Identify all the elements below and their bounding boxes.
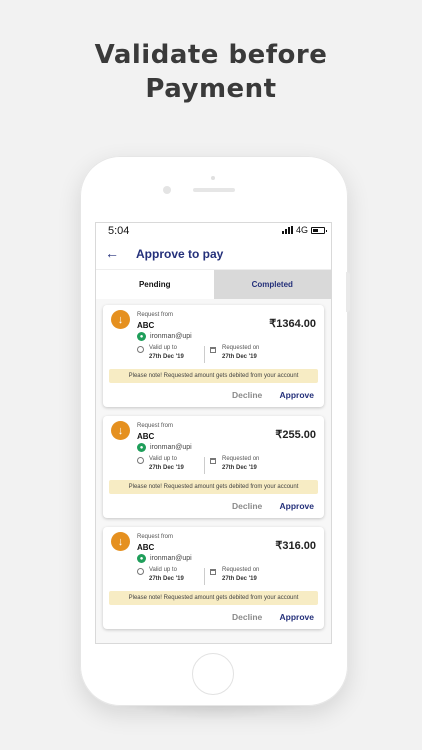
upi-id: ironman@upi: [150, 333, 192, 340]
tab-completed[interactable]: Completed: [213, 270, 331, 299]
decline-button[interactable]: Decline: [232, 612, 262, 622]
status-time: 5:04: [108, 225, 130, 237]
request-amount: ₹1364.00: [269, 318, 316, 330]
request-from-label: Request from: [137, 312, 174, 318]
status-bar: 5:04 4G: [96, 223, 331, 240]
arrow-down-icon: ↓: [111, 421, 130, 440]
valid-up-to-date: 27th Dec '19: [149, 465, 184, 471]
clock-icon: [137, 568, 144, 575]
approve-button[interactable]: Approve: [280, 501, 314, 511]
request-list: ↓ Request from ABC ● ironman@upi ₹1364.0…: [96, 299, 331, 643]
arrow-left-icon[interactable]: ←: [105, 245, 119, 261]
divider: [204, 346, 205, 363]
request-amount: ₹255.00: [275, 429, 316, 441]
valid-up-to-label: Valid up to: [149, 345, 177, 351]
request-card: ↓ Request from ABC ● ironman@upi ₹1364.0…: [103, 305, 324, 407]
request-amount: ₹316.00: [275, 540, 316, 552]
phone-speaker: [193, 188, 235, 192]
app-bar: ← Approve to pay: [96, 240, 331, 270]
headline-line-1: Validate before: [94, 40, 328, 70]
divider: [204, 457, 205, 474]
decline-button[interactable]: Decline: [232, 501, 262, 511]
tab-bar: Pending Completed: [96, 270, 331, 299]
page-headline: Validate before Payment: [0, 38, 422, 106]
user-icon: ●: [137, 554, 146, 563]
requested-on-date: 27th Dec '19: [222, 354, 257, 360]
user-icon: ●: [137, 332, 146, 341]
requested-on-date: 27th Dec '19: [222, 576, 257, 582]
arrow-down-icon: ↓: [111, 532, 130, 551]
request-from-label: Request from: [137, 423, 174, 429]
headline-line-2: Payment: [145, 74, 277, 104]
phone-home-button[interactable]: [192, 653, 234, 695]
requester-name: ABC: [137, 543, 155, 552]
request-card: ↓ Request from ABC ● ironman@upi ₹316.00…: [103, 527, 324, 629]
network-type: 4G: [295, 225, 308, 235]
requested-on-label: Requested on: [222, 567, 260, 573]
arrow-down-icon: ↓: [111, 310, 130, 329]
page-title: Approve to pay: [136, 247, 224, 261]
debit-note: Please note! Requested amount gets debit…: [109, 369, 318, 383]
debit-note: Please note! Requested amount gets debit…: [109, 591, 318, 605]
debit-note: Please note! Requested amount gets debit…: [109, 480, 318, 494]
valid-up-to-date: 27th Dec '19: [149, 576, 184, 582]
clock-icon: [137, 457, 144, 464]
app-screen: 5:04 4G ← Approve to pay Pending Complet…: [95, 222, 332, 644]
status-indicators: 4G: [281, 225, 327, 235]
valid-up-to-label: Valid up to: [149, 456, 177, 462]
requester-name: ABC: [137, 432, 155, 441]
calendar-icon: [210, 458, 216, 464]
calendar-icon: [210, 347, 216, 353]
approve-button[interactable]: Approve: [280, 612, 314, 622]
requested-on-date: 27th Dec '19: [222, 465, 257, 471]
clock-icon: [137, 346, 144, 353]
battery-icon: [311, 226, 327, 234]
phone-side-button: [346, 272, 350, 312]
requested-on-label: Requested on: [222, 456, 260, 462]
request-card: ↓ Request from ABC ● ironman@upi ₹255.00…: [103, 416, 324, 518]
phone-sensor-dot: [211, 176, 215, 180]
request-from-label: Request from: [137, 534, 174, 540]
requested-on-label: Requested on: [222, 345, 260, 351]
approve-button[interactable]: Approve: [280, 390, 314, 400]
calendar-icon: [210, 569, 216, 575]
divider: [204, 568, 205, 585]
user-icon: ●: [137, 443, 146, 452]
upi-id: ironman@upi: [150, 444, 192, 451]
valid-up-to-date: 27th Dec '19: [149, 354, 184, 360]
upi-id: ironman@upi: [150, 555, 192, 562]
requester-name: ABC: [137, 321, 155, 330]
valid-up-to-label: Valid up to: [149, 567, 177, 573]
decline-button[interactable]: Decline: [232, 390, 262, 400]
phone-camera: [163, 186, 171, 194]
signal-icon: [281, 226, 293, 234]
tab-pending[interactable]: Pending: [96, 270, 214, 299]
